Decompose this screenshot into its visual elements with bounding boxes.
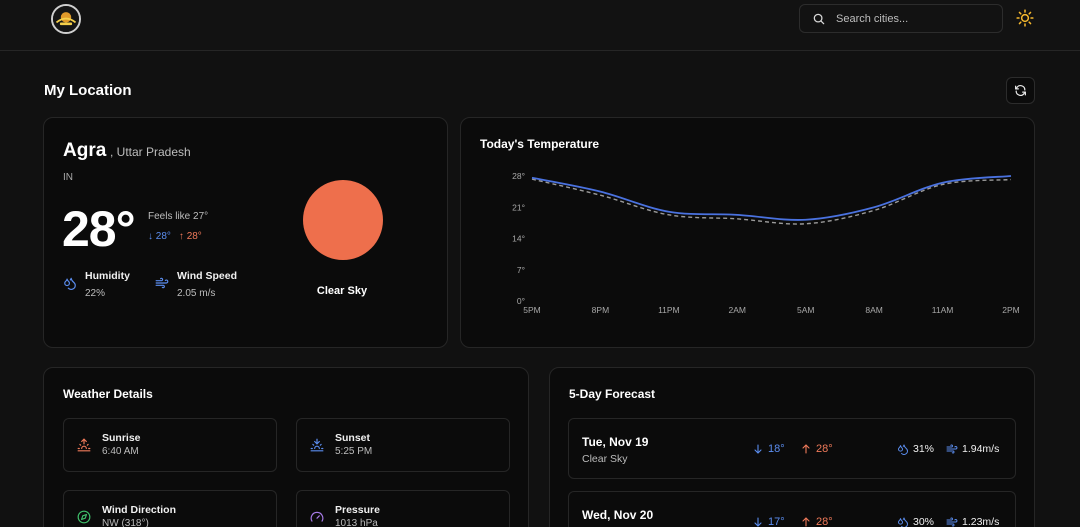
sunrise-label: Sunrise [102,432,141,444]
forecast-wind: 1.23m/s [946,516,999,527]
wind-speed-stat: Wind Speed 2.05 m/s [155,270,237,299]
weather-details-card: Weather Details Sunrise 6:40 AM Sunset 5… [43,367,529,527]
forecast-date: Tue, Nov 19 [582,435,649,449]
logo-icon[interactable] [51,4,81,34]
humidity-label: Humidity [85,270,130,282]
sunset-icon [310,438,324,452]
gauge-icon [310,511,324,522]
search-input[interactable]: Search cities... [799,4,1003,33]
forecast-date: Wed, Nov 20 [582,508,654,522]
weather-condition-icon [303,180,383,260]
x-tick-label: 5PM [523,305,540,315]
wind-icon [946,444,958,454]
refresh-button[interactable] [1006,77,1035,104]
x-tick-label: 11AM [932,305,954,315]
wind-icon [946,517,958,527]
humidity-value: 22% [85,288,106,299]
detail-sunset: Sunset 5:25 PM [296,418,510,472]
min-max-temp: ↓ 28° ↑ 28° [148,231,202,242]
city-name: Agra [63,140,107,161]
sunrise-icon [77,438,91,452]
forecast-row: Tue, Nov 19 Clear Sky 18° 28° 31% 1.94m/… [568,418,1016,479]
humidity-stat: Humidity 22% [63,270,130,299]
arrow-down-icon [754,517,762,527]
arrow-down-icon [754,444,762,454]
y-tick-label: 28° [512,171,525,181]
refresh-icon [1015,85,1026,96]
x-tick-label: 8AM [865,305,882,315]
pressure-label: Pressure [335,504,380,516]
forecast-title: 5-Day Forecast [569,387,656,401]
country-code: IN [63,172,73,183]
sun-icon [1016,9,1034,27]
x-tick-label: 2AM [729,305,746,315]
sunset-label: Sunset [335,432,371,444]
forecast-humidity: 30% [897,516,934,527]
arrow-up-icon [802,517,810,527]
search-placeholder: Search cities... [836,12,909,25]
x-tick-label: 8PM [592,305,609,315]
wind-direction-value: NW (318°) [102,518,149,527]
forecast-min-temp: 18° [752,443,785,455]
temperature-chart: 0°7°14°21°28°5PM 8PM 11PM 2AM 5AM 8AM 11AM 2PM [512,171,1020,315]
x-tick-label: 2PM [1002,305,1019,315]
detail-wind-direction: Wind Direction NW (318°) [63,490,277,527]
arrow-up-icon [802,444,810,454]
pressure-value: 1013 hPa [335,518,378,527]
wind-icon [155,277,169,289]
search-icon [813,13,825,24]
max-temp: ↑ 28° [178,231,202,242]
weather-details-title: Weather Details [63,387,153,401]
droplets-icon [64,277,76,290]
series-line [531,178,1012,225]
detail-pressure: Pressure 1013 hPa [296,490,510,527]
theme-toggle-button[interactable] [1014,7,1036,29]
current-temperature: 28° [62,201,136,257]
top-bar: Search cities... [0,0,1080,51]
wind-speed-label: Wind Speed [177,270,237,282]
y-tick-label: 14° [512,234,525,244]
sunset-value: 5:25 PM [335,446,373,457]
y-tick-label: 7° [517,265,525,275]
y-tick-label: 21° [512,202,525,212]
wind-direction-label: Wind Direction [102,504,176,516]
compass-icon [77,510,91,524]
forecast-max-temp: 28° [800,443,833,455]
page-title: My Location [44,82,132,99]
state-name: , Uttar Pradesh [110,145,191,159]
droplets-icon [898,517,908,527]
series-line [531,175,1012,221]
min-temp: ↓ 28° [148,231,171,242]
wind-speed-value: 2.05 m/s [177,288,216,299]
feels-like: Feels like 27° [148,211,209,222]
weather-condition: Clear Sky [316,285,368,297]
droplets-icon [898,444,908,455]
forecast-row: Wed, Nov 20 17° 28° 30% 1.23m/s [568,491,1016,527]
sunrise-value: 6:40 AM [102,446,139,457]
x-tick-label: 11PM [658,305,680,315]
forecast-wind: 1.94m/s [946,443,999,455]
detail-sunrise: Sunrise 6:40 AM [63,418,277,472]
current-weather-card: Agra , Uttar Pradesh IN 28° Feels like 2… [43,117,448,348]
forecast-card: 5-Day Forecast Tue, Nov 19 Clear Sky 18°… [549,367,1035,527]
forecast-min-temp: 17° [752,516,785,527]
x-tick-label: 5AM [797,305,814,315]
forecast-description: Clear Sky [582,453,628,465]
forecast-max-temp: 28° [800,516,833,527]
forecast-humidity: 31% [897,443,934,455]
temperature-chart-card: Today's Temperature 0° 7° 14° 21° 28° 5PM 8PM 1… [460,117,1035,348]
